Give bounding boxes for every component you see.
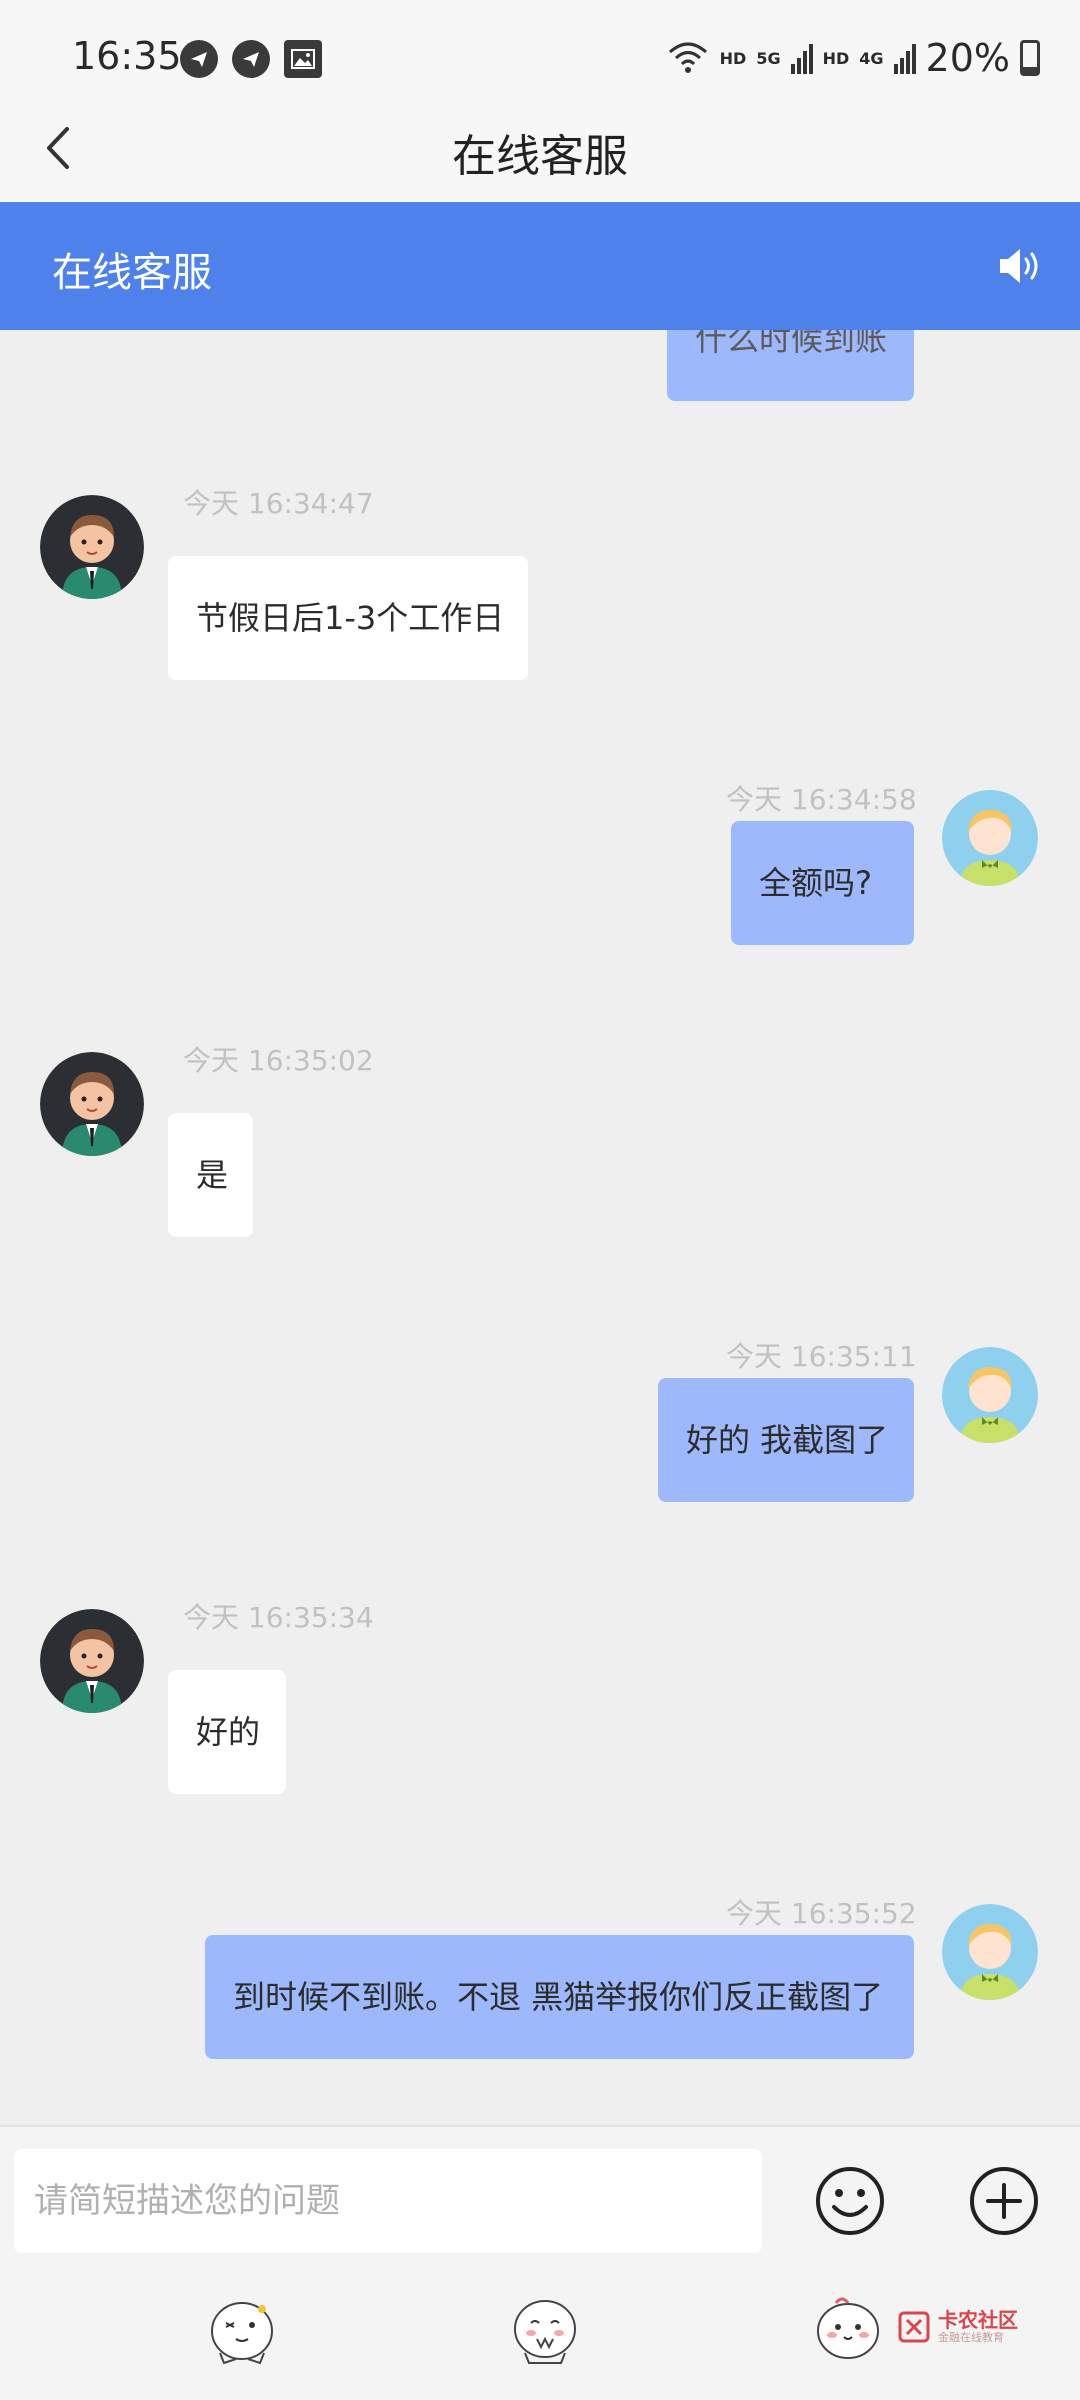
- message-bubble-user[interactable]: 什么时候到账: [667, 330, 914, 401]
- status-bar: 16:35 HD 5G HD 4G 20%: [0, 0, 1080, 100]
- input-bar: [0, 2125, 1080, 2267]
- sticker-shy[interactable]: [505, 2287, 585, 2367]
- title-bar: 在线客服: [0, 100, 1080, 202]
- user-avatar[interactable]: [942, 1347, 1038, 1443]
- page-title: 在线客服: [452, 131, 628, 182]
- message-bubble-agent[interactable]: 好的: [168, 1670, 286, 1794]
- message-text: 好的: [196, 1713, 261, 1751]
- message-text: 好的 我截图了: [686, 1421, 889, 1459]
- sticker-blush[interactable]: [808, 2287, 888, 2367]
- message-bubble-agent[interactable]: 是: [168, 1113, 253, 1237]
- image-notification-icon: [284, 40, 322, 78]
- message-bubble-user[interactable]: 好的 我截图了: [658, 1378, 914, 1502]
- emoji-icon: [816, 2167, 884, 2235]
- speaker-button[interactable]: [996, 242, 1044, 290]
- user-avatar-icon: [942, 1904, 1038, 2000]
- message-timestamp: 今天 16:34:47: [183, 487, 374, 520]
- watermark-main-text: 卡农社区: [938, 2308, 1018, 2332]
- chat-header: 在线客服: [0, 202, 1080, 330]
- message-text: 什么时候到账: [695, 330, 888, 358]
- agent-avatar-icon: [40, 1052, 144, 1156]
- message-text: 到时候不到账。不退 黑猫举报你们反正截图了: [233, 1978, 884, 2016]
- sticker-wink[interactable]: [202, 2287, 282, 2367]
- paper-plane-notification-icon: [232, 40, 270, 78]
- watermark-logo-icon: [898, 2311, 930, 2343]
- network-5g-label: 5G: [756, 48, 781, 68]
- message-timestamp: 今天 16:35:52: [726, 1897, 917, 1930]
- signal-icon: [790, 44, 813, 74]
- watermark: 卡农社区 金融在线教育: [898, 2309, 1018, 2345]
- message-list[interactable]: 什么时候到账 今天 16:34:47 节假日后1-3个工作日 今天 16:34:…: [0, 330, 1080, 2125]
- agent-avatar-icon: [40, 495, 144, 599]
- user-avatar-icon: [942, 790, 1038, 886]
- battery-percent: 20%: [925, 36, 1010, 80]
- message-timestamp: 今天 16:34:58: [726, 783, 917, 816]
- emoji-button[interactable]: [814, 2165, 886, 2237]
- battery-icon: [1020, 40, 1040, 76]
- message-text: 全额吗?: [759, 864, 872, 902]
- message-text: 是: [196, 1156, 229, 1194]
- status-right: HD 5G HD 4G 20%: [666, 36, 1040, 80]
- agent-avatar[interactable]: [40, 1609, 144, 1713]
- message-bubble-user[interactable]: 全额吗?: [731, 821, 914, 945]
- network-hd-label: HD: [719, 48, 747, 68]
- message-bubble-user[interactable]: 到时候不到账。不退 黑猫举报你们反正截图了: [205, 1935, 914, 2059]
- notification-icons: [180, 40, 322, 78]
- plus-button[interactable]: [968, 2165, 1040, 2237]
- message-text: 节假日后1-3个工作日: [196, 599, 505, 637]
- plus-icon: [970, 2167, 1038, 2235]
- chat-header-title: 在线客服: [52, 250, 212, 296]
- paper-plane-notification-icon: [180, 40, 218, 78]
- user-avatar[interactable]: [942, 1904, 1038, 2000]
- message-bubble-agent[interactable]: 节假日后1-3个工作日: [168, 556, 528, 680]
- agent-avatar[interactable]: [40, 495, 144, 599]
- sticker-icon: [514, 2300, 576, 2364]
- watermark-sub-text: 金融在线教育: [938, 2331, 1004, 2344]
- message-input[interactable]: [14, 2149, 762, 2253]
- network-4g-label: 4G: [859, 48, 884, 68]
- network-hd-label-2: HD: [822, 48, 850, 68]
- wifi-icon: [668, 42, 707, 73]
- user-avatar[interactable]: [942, 790, 1038, 886]
- message-timestamp: 今天 16:35:11: [726, 1340, 917, 1373]
- agent-avatar[interactable]: [40, 1052, 144, 1156]
- sticker-icon: [211, 2302, 273, 2365]
- status-time: 16:35: [72, 34, 182, 78]
- sticker-row: 卡农社区 金融在线教育: [0, 2265, 1080, 2400]
- sticker-icon: [817, 2297, 879, 2359]
- signal-icon-2: [893, 44, 916, 74]
- agent-avatar-icon: [40, 1609, 144, 1713]
- message-timestamp: 今天 16:35:34: [183, 1601, 374, 1634]
- message-timestamp: 今天 16:35:02: [183, 1044, 374, 1077]
- speaker-icon: [1000, 249, 1038, 283]
- user-avatar-icon: [942, 1347, 1038, 1443]
